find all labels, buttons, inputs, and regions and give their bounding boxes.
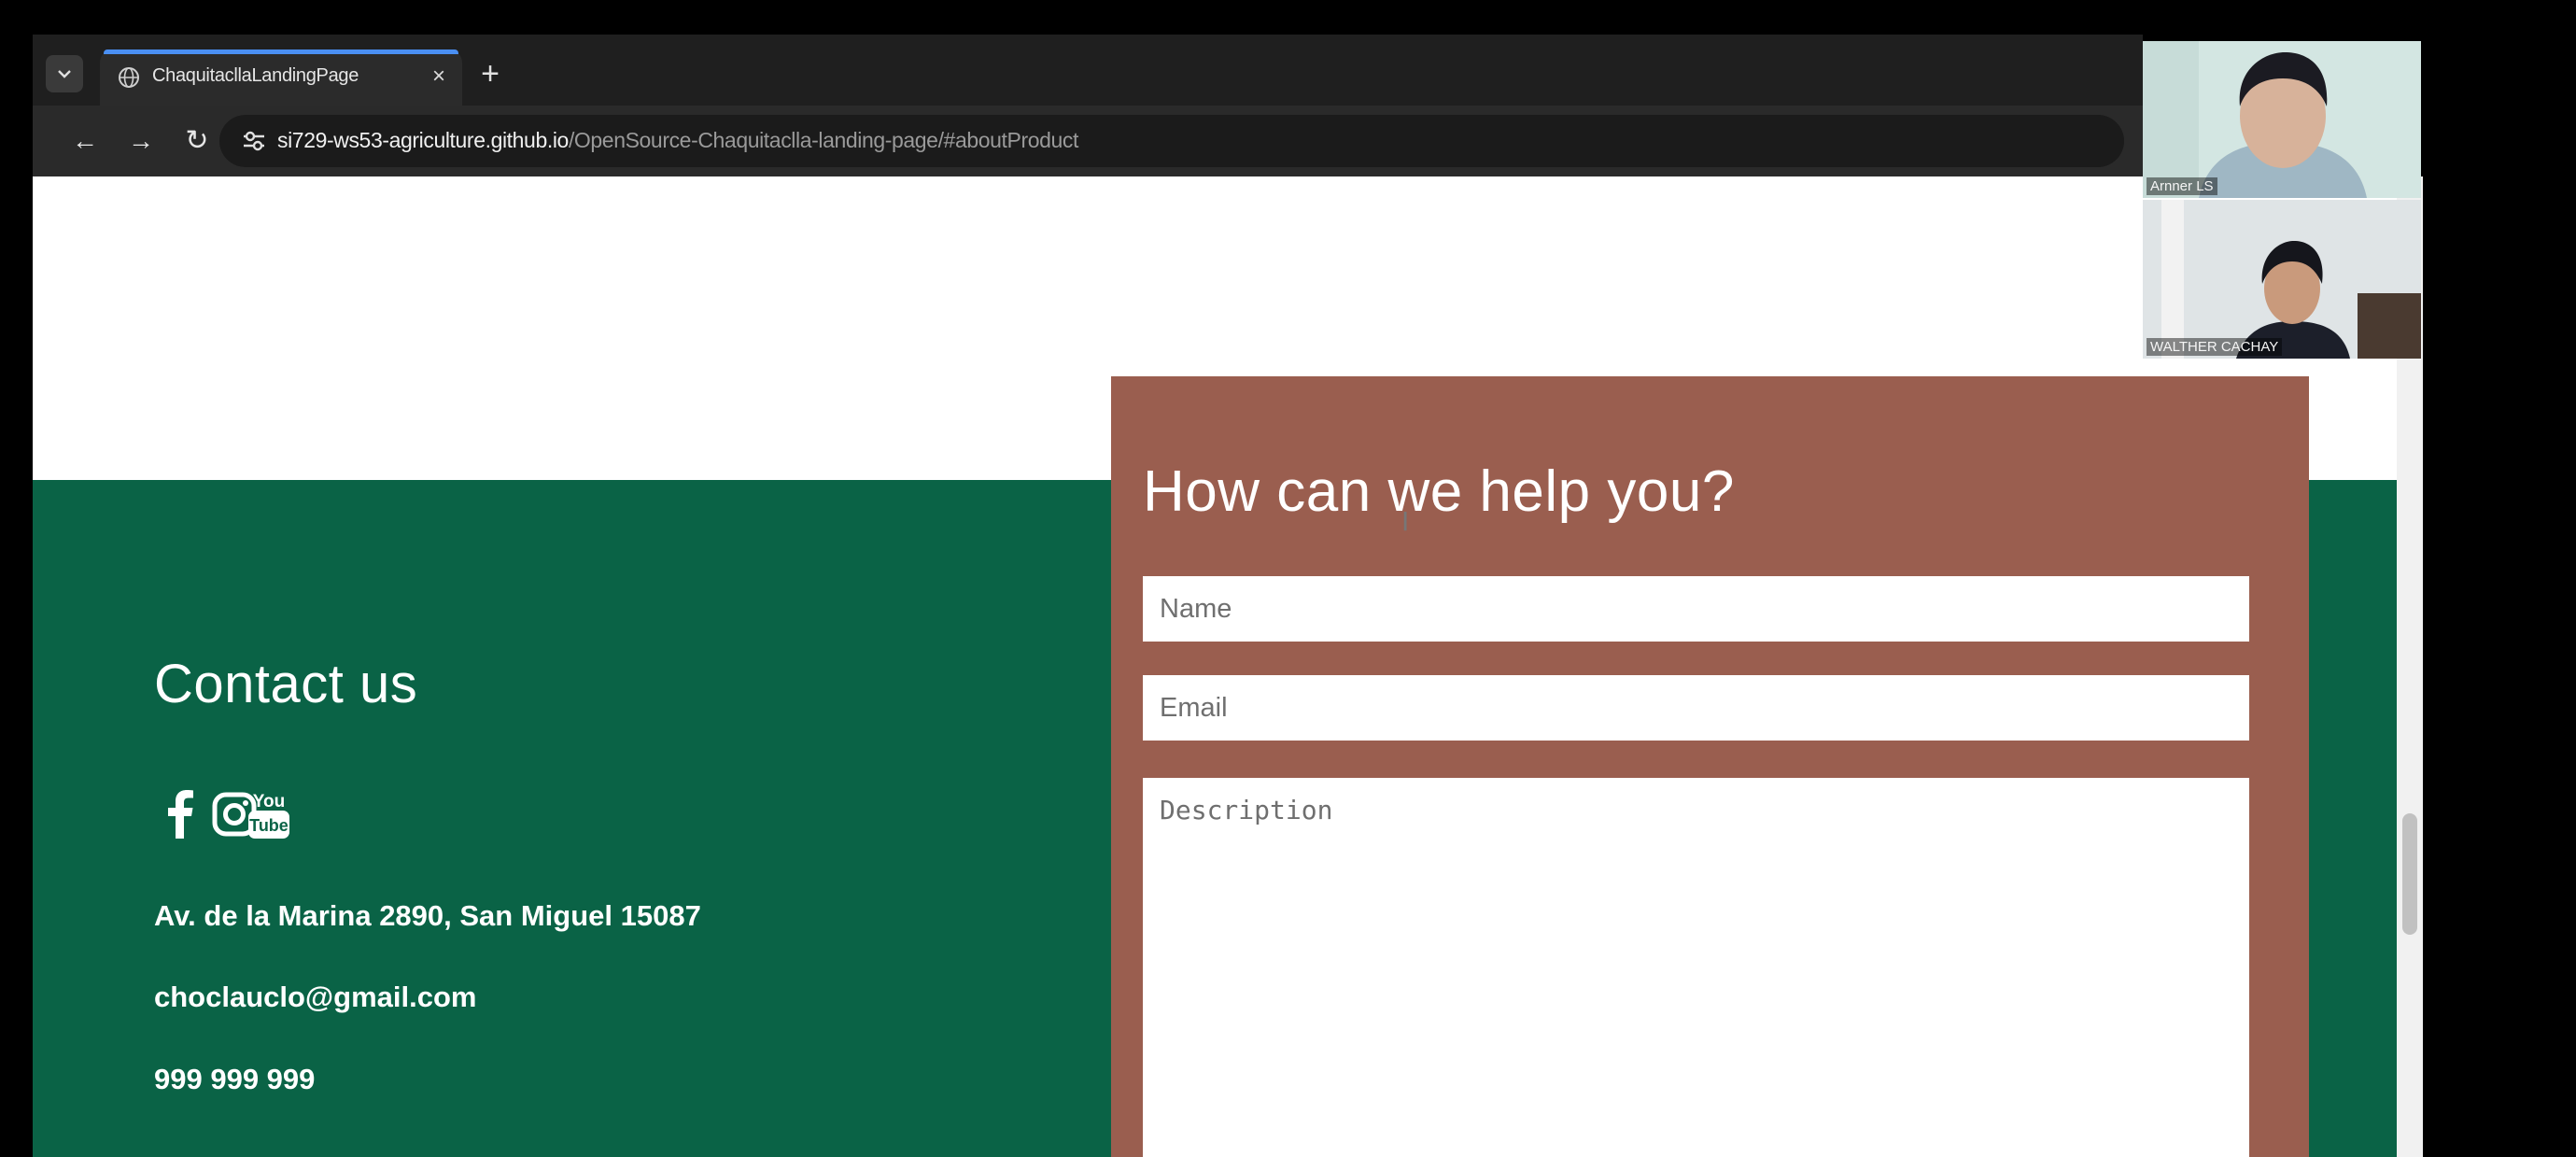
url-text: si729-ws53-agriculture.github.io/OpenSou… — [277, 128, 1078, 153]
facebook-link[interactable] — [163, 788, 197, 843]
participant-video-icon — [2143, 200, 2421, 359]
svg-text:Tube: Tube — [249, 816, 289, 835]
page-viewport: Contact us You Tube Av. de la Marina 289… — [33, 176, 2423, 1157]
back-button[interactable]: ← — [66, 122, 104, 160]
svg-text:You: You — [253, 792, 285, 811]
participant-video-icon — [2143, 41, 2421, 198]
browser-toolbar: ← → ↻ si729-ws53-agriculture.github.io/O… — [33, 106, 2317, 176]
chevron-down-icon — [58, 70, 71, 78]
name-input[interactable] — [1143, 576, 2249, 642]
address-bar[interactable]: si729-ws53-agriculture.github.io/OpenSou… — [219, 115, 2317, 167]
contact-phone: 999 999 999 — [154, 1063, 316, 1095]
email-input[interactable] — [1143, 675, 2249, 741]
tab-title: ChaquitacllaLandingPage — [152, 65, 359, 86]
tab-search-button[interactable] — [46, 55, 83, 92]
contact-email: choclauclo@gmail.com — [154, 981, 477, 1013]
forward-button[interactable]: → — [122, 122, 160, 160]
browser-tab-strip: ChaquitacllaLandingPage × + — [33, 35, 2143, 106]
text-cursor-icon: I — [1401, 506, 1410, 537]
help-form-card: How can we help you? — [1111, 376, 2309, 1157]
description-textarea[interactable] — [1143, 778, 2249, 1157]
tab-close-button[interactable]: × — [425, 61, 453, 92]
youtube-icon: You Tube — [248, 792, 289, 839]
video-tile-participant-1[interactable]: Arnner LS — [2143, 41, 2421, 198]
screen-letterbox-top — [0, 0, 2576, 35]
contact-address: Av. de la Marina 2890, San Miguel 15087 — [154, 899, 701, 932]
tab-active-indicator — [104, 49, 458, 54]
scrollbar-thumb[interactable] — [2402, 813, 2417, 935]
video-tile-participant-2[interactable]: WALTHER CACHAY — [2143, 200, 2421, 359]
facebook-icon — [168, 790, 193, 839]
globe-icon — [119, 67, 139, 88]
site-settings-icon[interactable] — [240, 128, 268, 154]
contact-title: Contact us — [154, 654, 418, 714]
new-tab-button[interactable]: + — [472, 55, 509, 92]
participant-name-1: Arnner LS — [2147, 177, 2217, 195]
form-title: How can we help you? — [1143, 459, 1735, 524]
participant-name-2: WALTHER CACHAY — [2147, 338, 2283, 356]
url-host: si729-ws53-agriculture.github.io — [277, 128, 569, 152]
browser-tab-active[interactable]: ChaquitacllaLandingPage × — [100, 49, 462, 106]
reload-button[interactable]: ↻ — [178, 122, 216, 160]
url-path: /OpenSource-Chaquitaclla-landing-page/#a… — [568, 128, 1078, 152]
screen-letterbox-right — [2423, 0, 2576, 1157]
